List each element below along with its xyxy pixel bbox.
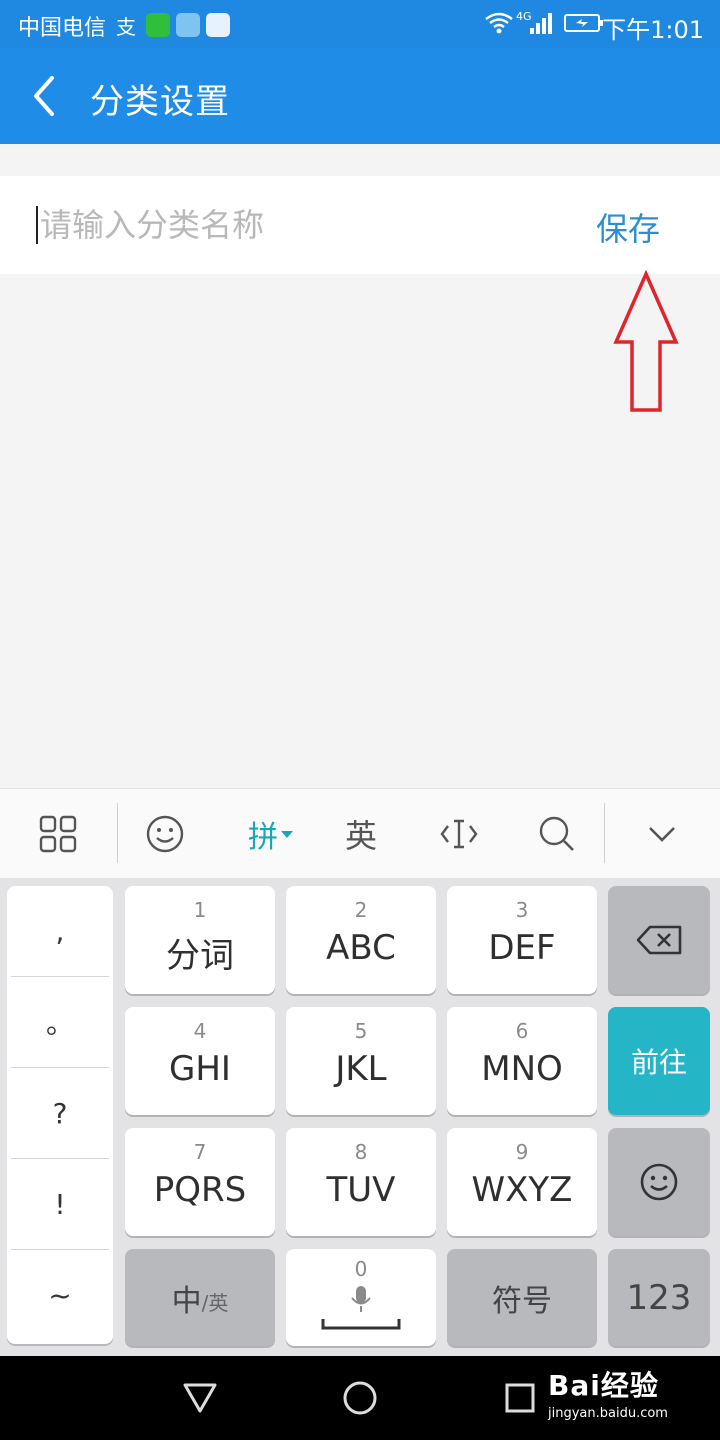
- symbol-label: 符号: [492, 1283, 552, 1319]
- key-label: JKL: [335, 1049, 387, 1089]
- baidu-jingyan-watermark: Bai经验 jingyan.baidu.com: [548, 1364, 668, 1421]
- punct-key-exclaim[interactable]: !: [11, 1159, 109, 1250]
- microphone-icon: [351, 1286, 371, 1312]
- backspace-key[interactable]: [608, 886, 710, 994]
- search-toolbar-button[interactable]: [522, 789, 592, 879]
- key-label: TUV: [326, 1170, 396, 1210]
- emoji-toolbar-button[interactable]: [130, 789, 200, 879]
- punct-key-tilde[interactable]: ~: [11, 1250, 109, 1341]
- signal-icon: [530, 13, 552, 34]
- grid-icon: [39, 815, 77, 853]
- go-label: 前往: [630, 1046, 687, 1079]
- key-number: 4: [193, 1019, 207, 1043]
- pinyin-label: 拼: [248, 820, 278, 855]
- caret-down-icon: [281, 831, 293, 838]
- key-8-tuv[interactable]: 8 TUV: [286, 1128, 436, 1236]
- english-label: 英: [344, 817, 377, 855]
- save-button[interactable]: 保存: [596, 204, 660, 250]
- key-number: 1: [193, 898, 207, 922]
- key-label: ABC: [326, 928, 396, 968]
- category-name-input[interactable]: [40, 202, 560, 248]
- cursor-control-button[interactable]: [424, 789, 494, 879]
- iqiyi-icon: [146, 13, 170, 37]
- key-number: 3: [515, 898, 529, 922]
- english-mode-button[interactable]: 英: [326, 789, 396, 879]
- back-triangle-icon[interactable]: [182, 1382, 218, 1414]
- cursor-move-icon: [440, 819, 478, 849]
- space-key[interactable]: 0: [286, 1249, 436, 1346]
- watermark-sub: jingyan.baidu.com: [548, 1406, 668, 1421]
- punct-key-comma[interactable]: ,: [11, 886, 109, 977]
- punct-key-period[interactable]: 。: [11, 977, 109, 1068]
- home-circle-icon[interactable]: [342, 1380, 378, 1416]
- key-number: 5: [354, 1019, 368, 1043]
- key-number: 2: [354, 898, 368, 922]
- recents-square-icon[interactable]: [504, 1382, 536, 1414]
- key-label: WXYZ: [471, 1170, 573, 1210]
- search-icon: [539, 816, 574, 851]
- key-number: 8: [354, 1140, 368, 1164]
- smiley-icon: [640, 1163, 678, 1201]
- key-6-mno[interactable]: 6 MNO: [447, 1007, 597, 1115]
- en-small-label: /英: [201, 1291, 229, 1315]
- smiley-icon: [146, 815, 184, 853]
- key-3-def[interactable]: 3 DEF: [447, 886, 597, 994]
- key-7-pqrs[interactable]: 7 PQRS: [125, 1128, 275, 1236]
- toolbar-divider: [117, 803, 118, 863]
- key-4-ghi[interactable]: 4 GHI: [125, 1007, 275, 1115]
- go-key[interactable]: 前往: [608, 1007, 710, 1115]
- keyboard-menu-button[interactable]: [22, 789, 94, 879]
- backspace-icon: [636, 925, 682, 955]
- alipay-icon: 支: [116, 15, 136, 39]
- chevron-left-icon: [34, 76, 54, 116]
- key-label: 分词: [166, 936, 234, 976]
- toolbar-divider: [604, 803, 605, 863]
- language-switch-key[interactable]: 中 /英: [125, 1249, 275, 1346]
- battery-icon: [564, 14, 603, 32]
- clock: 下午1:01: [602, 16, 704, 44]
- key-5-jkl[interactable]: 5 JKL: [286, 1007, 436, 1115]
- punctuation-column: , 。 ? ! ~: [7, 886, 113, 1344]
- number-mode-label: 123: [626, 1277, 692, 1318]
- emoji-key[interactable]: [608, 1128, 710, 1236]
- zh-label: 中: [171, 1283, 202, 1319]
- category-name-row: 保存: [0, 176, 720, 274]
- page-title: 分类设置: [90, 82, 230, 122]
- watermark-main: Bai经验: [548, 1369, 659, 1402]
- navigation-bar: Bai经验 jingyan.baidu.com: [0, 1356, 720, 1440]
- key-label: DEF: [488, 928, 556, 968]
- key-9-wxyz[interactable]: 9 WXYZ: [447, 1128, 597, 1236]
- keyboard: , 。 ? ! ~ 1 分词 2 ABC 3 DEF 4 GHI 5 JKL 6…: [0, 878, 720, 1356]
- key-number: 6: [515, 1019, 529, 1043]
- hide-keyboard-button[interactable]: [626, 789, 698, 879]
- key-2-abc[interactable]: 2 ABC: [286, 886, 436, 994]
- number-mode-key[interactable]: 123: [608, 1249, 710, 1346]
- carrier-name: 中国电信: [18, 16, 107, 41]
- wifi-icon: [485, 12, 513, 34]
- keyboard-toolbar: 拼 英: [0, 788, 720, 878]
- key-number: 7: [193, 1140, 207, 1164]
- key-number: 9: [515, 1140, 529, 1164]
- key-label: MNO: [481, 1049, 563, 1089]
- key-number: 0: [354, 1257, 368, 1281]
- text-cursor: [36, 206, 38, 244]
- back-button[interactable]: [22, 70, 70, 122]
- pinyin-mode-button[interactable]: 拼: [236, 789, 306, 879]
- space-bar-icon: [321, 1319, 401, 1330]
- app-header: 分类设置: [0, 48, 720, 144]
- app-icon: [176, 13, 200, 37]
- key-1-fenci[interactable]: 1 分词: [125, 886, 275, 994]
- punct-key-question[interactable]: ?: [11, 1068, 109, 1159]
- status-bar: 中国电信 支 4G 下午1:01: [0, 0, 720, 48]
- annotation-arrow-icon: [613, 270, 679, 412]
- symbol-key[interactable]: 符号: [447, 1249, 597, 1346]
- chevron-down-icon: [649, 827, 675, 842]
- key-label: PQRS: [153, 1170, 247, 1210]
- key-label: GHI: [169, 1049, 231, 1089]
- baidu-icon: [206, 13, 230, 37]
